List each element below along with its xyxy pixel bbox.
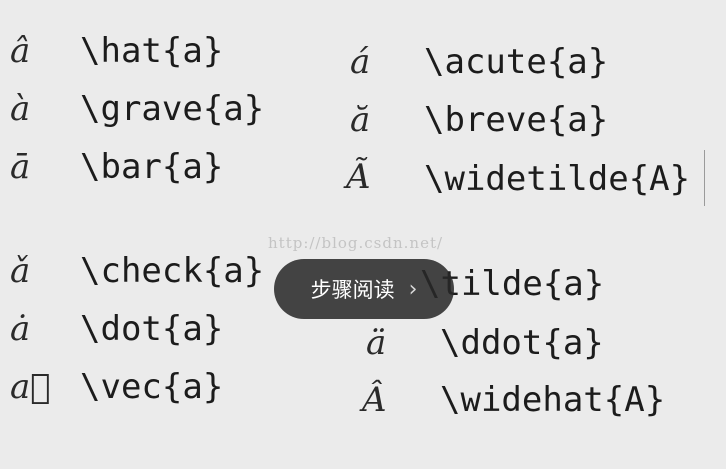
latex-command: \dot{a} xyxy=(80,309,224,349)
latex-command: \widehat{A} xyxy=(440,380,666,420)
latex-command: \bar{a} xyxy=(80,147,224,187)
step-reading-button[interactable]: 步骤阅读 › xyxy=(274,259,454,319)
step-reading-label: 步骤阅读 xyxy=(310,278,395,302)
chevron-right-icon: › xyxy=(408,276,418,302)
latex-command: \vec{a} xyxy=(80,367,224,407)
latex-command: \breve{a} xyxy=(424,100,609,140)
accent-symbol: â xyxy=(10,31,31,71)
watermark: http://blog.csdn.net/ xyxy=(268,234,444,252)
accent-symbol: á xyxy=(350,42,371,82)
latex-command: \acute{a} xyxy=(424,42,609,82)
divider xyxy=(704,150,705,206)
latex-command: \ddot{a} xyxy=(440,323,604,363)
accent-symbol: a⃗ xyxy=(10,367,51,407)
accent-symbol: ä xyxy=(366,323,387,363)
accent-symbol: ă xyxy=(350,100,371,140)
accent-symbol: ǎ xyxy=(10,251,31,291)
accent-symbol: à xyxy=(10,89,31,129)
latex-command: \hat{a} xyxy=(80,31,224,71)
latex-command: \widetilde{A} xyxy=(424,159,691,199)
accent-symbol: ȧ xyxy=(10,309,31,349)
latex-command: \check{a} xyxy=(80,251,265,291)
latex-command: \grave{a} xyxy=(80,89,265,129)
accent-symbol: ā xyxy=(10,147,31,187)
accent-symbol: Â xyxy=(362,380,387,420)
accent-symbol: Ã xyxy=(346,157,371,197)
